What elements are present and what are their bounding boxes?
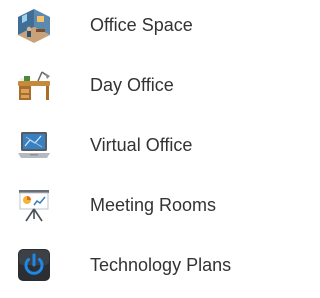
menu-item-label: Technology Plans <box>90 255 232 275</box>
menu-item-technology-plans[interactable]: Technology Plans <box>0 240 273 290</box>
office-space-icon <box>16 7 52 43</box>
menu-item-label: Virtual Office <box>90 135 193 155</box>
power-button-icon <box>16 247 52 283</box>
menu-item-label: Day Office <box>90 75 174 95</box>
presentation-board-icon <box>16 187 52 223</box>
menu-item-meeting-rooms[interactable]: Meeting Rooms <box>0 180 273 230</box>
menu-item-day-office[interactable]: Day Office <box>0 60 273 110</box>
menu-item-office-space[interactable]: Office Space <box>0 0 273 50</box>
laptop-icon <box>16 127 52 163</box>
desk-lamp-icon <box>16 67 52 103</box>
menu-item-label: Office Space <box>90 15 193 35</box>
menu-item-label: Meeting Rooms <box>90 195 217 215</box>
office-services-menu: Office Space Day Office Virtual Office M… <box>0 0 273 298</box>
menu-item-virtual-office[interactable]: Virtual Office <box>0 120 273 170</box>
